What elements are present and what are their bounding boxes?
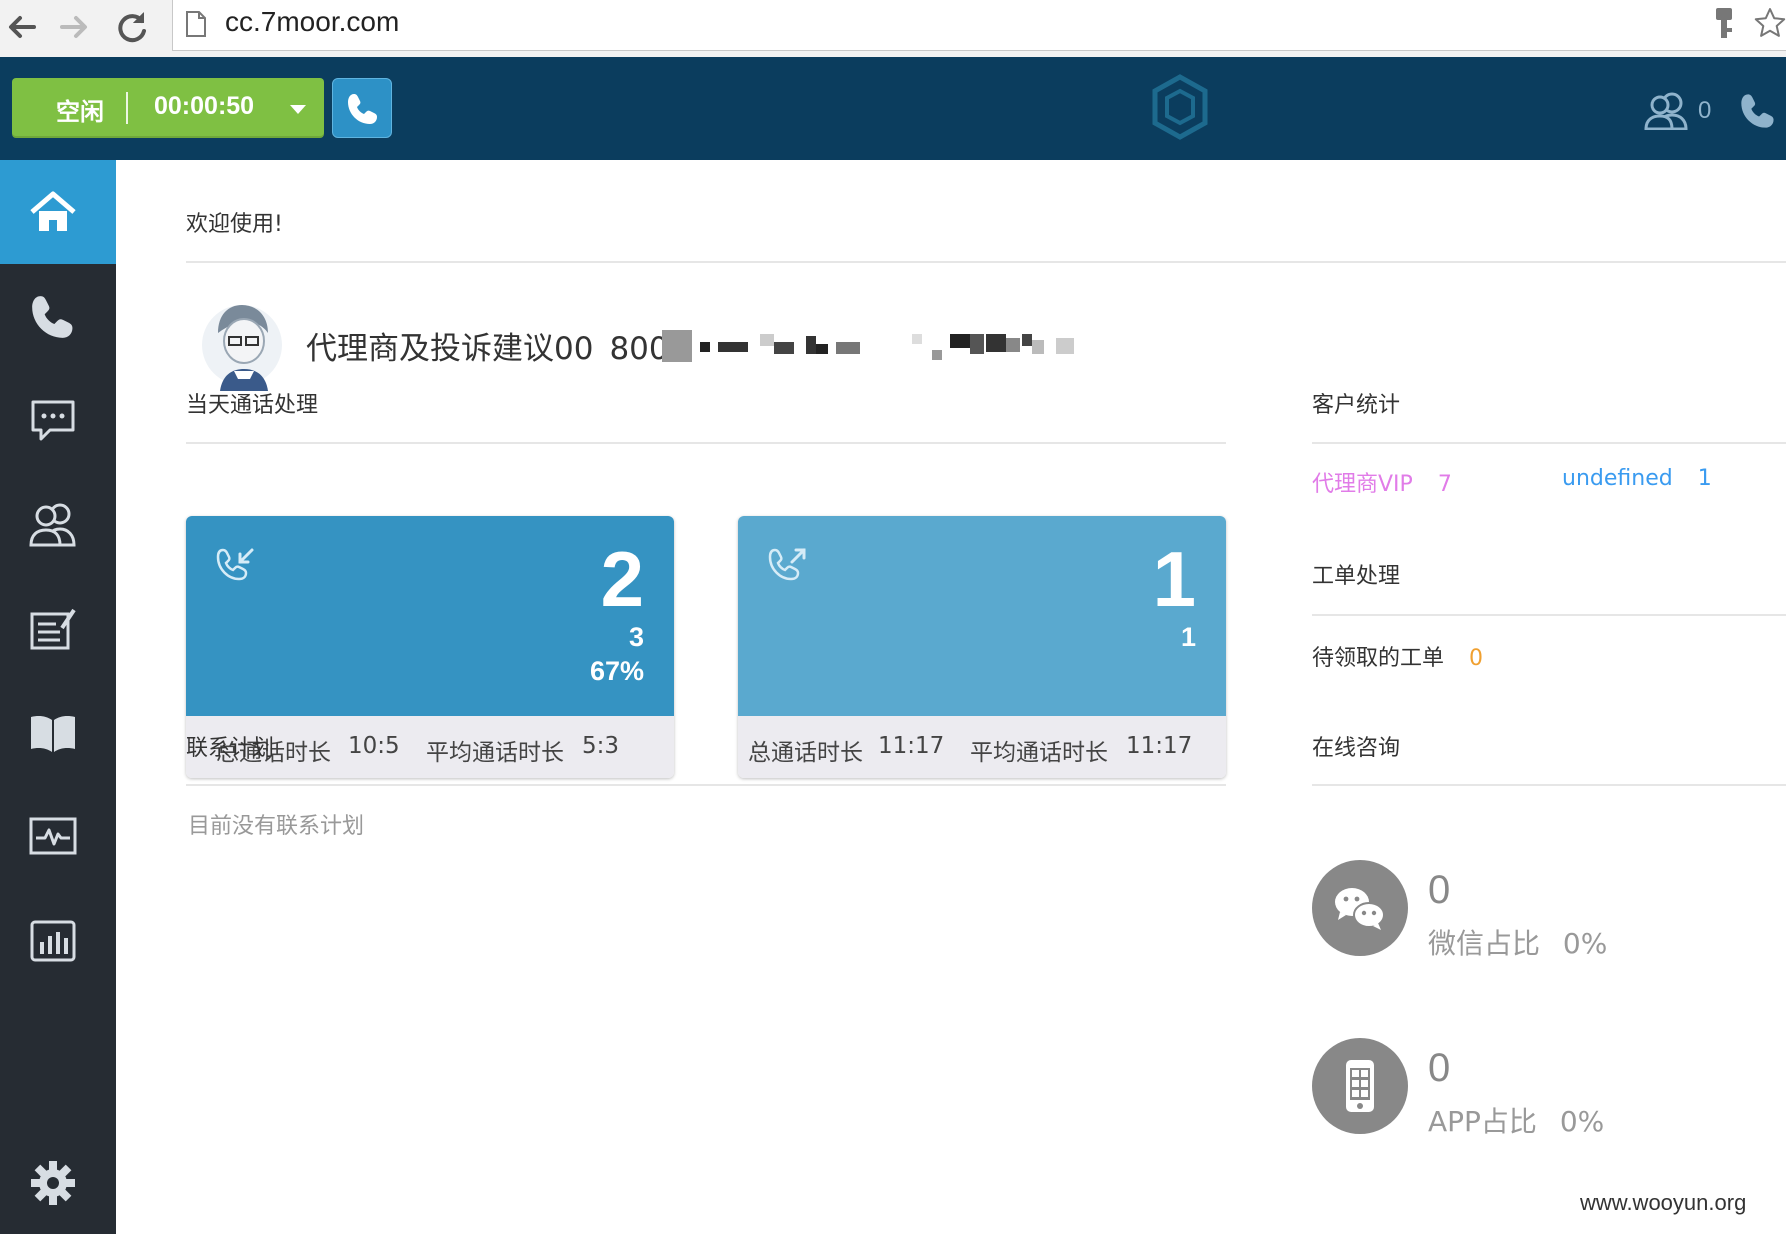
gear-icon bbox=[31, 1161, 75, 1205]
card-top: 2 3 67% bbox=[186, 516, 674, 716]
forward-arrow-icon[interactable] bbox=[54, 7, 94, 47]
avg-duration-value: 11:17 bbox=[1126, 733, 1193, 759]
app-ratio-value: 0% bbox=[1559, 1105, 1605, 1138]
wechat-ratio: 微信占比 0% bbox=[1428, 922, 1607, 962]
bar-chart-icon bbox=[30, 920, 76, 962]
user-name: 代理商及投诉建议00 bbox=[306, 331, 594, 367]
wechat-count: 0 bbox=[1428, 868, 1451, 912]
sidebar-item-chat[interactable] bbox=[0, 368, 116, 472]
back-arrow-icon[interactable] bbox=[2, 7, 42, 47]
sidebar-item-calls[interactable] bbox=[0, 264, 116, 368]
status-timer: 00:00:50 bbox=[154, 92, 255, 120]
customer-stat-vip[interactable]: 代理商VIP 7 bbox=[1312, 466, 1452, 498]
edit-list-icon bbox=[30, 608, 76, 650]
contact-plan-empty: 目前没有联系计划 bbox=[188, 814, 365, 839]
divider bbox=[186, 784, 1226, 786]
home-icon bbox=[30, 191, 76, 231]
phone-icon bbox=[348, 94, 377, 124]
incoming-call-icon bbox=[216, 548, 254, 581]
sidebar-item-tickets[interactable] bbox=[0, 576, 116, 680]
wechat-icon bbox=[1312, 860, 1408, 956]
sidebar-item-customers[interactable] bbox=[0, 472, 116, 576]
inbound-percentage: 67% bbox=[589, 656, 644, 686]
status-separator bbox=[126, 92, 128, 124]
sidebar bbox=[0, 160, 116, 1234]
agents-icon[interactable] bbox=[1644, 92, 1690, 130]
avg-duration-value: 5:3 bbox=[582, 733, 620, 759]
users-icon bbox=[29, 503, 76, 547]
status-label: 空闲 bbox=[56, 98, 104, 126]
inbound-sub-value: 3 bbox=[628, 622, 644, 652]
avatar bbox=[202, 305, 282, 391]
wechat-ratio-label: 微信占比 bbox=[1428, 927, 1541, 960]
user-info: 代理商及投诉建议00 8000 bbox=[306, 323, 688, 368]
total-duration-value: 11:17 bbox=[878, 733, 945, 759]
divider bbox=[186, 442, 1226, 444]
dial-button[interactable] bbox=[332, 78, 392, 138]
url-text[interactable]: cc.7moor.com bbox=[225, 6, 399, 38]
sidebar-item-settings[interactable] bbox=[0, 1130, 116, 1234]
browser-toolbar: cc.7moor.com bbox=[0, 0, 1786, 58]
card-top: 1 1 bbox=[738, 516, 1226, 716]
customer-stat-value: 7 bbox=[1437, 472, 1452, 497]
redacted-info bbox=[662, 330, 1074, 362]
divider bbox=[1312, 614, 1786, 616]
star-icon[interactable] bbox=[1753, 6, 1786, 40]
pending-tickets-label: 待领取的工单 bbox=[1312, 646, 1445, 671]
divider bbox=[1312, 784, 1786, 786]
sidebar-item-reports[interactable] bbox=[0, 888, 116, 992]
agent-status-dropdown[interactable]: 空闲 00:00:50 bbox=[12, 78, 324, 138]
app-ratio-label: APP占比 bbox=[1428, 1105, 1537, 1138]
agents-count: 0 bbox=[1698, 97, 1712, 124]
divider bbox=[186, 261, 1786, 263]
online-consult-title: 在线咨询 bbox=[1312, 736, 1401, 761]
customer-stats-title: 客户统计 bbox=[1312, 393, 1401, 418]
total-duration-value: 10:5 bbox=[348, 733, 400, 759]
sidebar-item-monitor[interactable] bbox=[0, 784, 116, 888]
customer-stat-undefined[interactable]: undefined 1 bbox=[1562, 466, 1712, 491]
key-icon[interactable] bbox=[1711, 6, 1737, 40]
outgoing-call-icon bbox=[768, 548, 806, 581]
sidebar-item-home[interactable] bbox=[0, 160, 116, 264]
card-footer: 总通话时长 11:17 平均通话时长 11:17 bbox=[738, 716, 1226, 778]
outbound-sub-value: 1 bbox=[1180, 622, 1196, 652]
outbound-calls-card[interactable]: 1 1 总通话时长 11:17 平均通话时长 11:17 bbox=[738, 516, 1226, 778]
tickets-title: 工单处理 bbox=[1312, 564, 1401, 589]
avg-duration-label: 平均通话时长 bbox=[970, 740, 1108, 766]
inbound-count: 2 bbox=[600, 535, 644, 623]
outbound-count: 1 bbox=[1152, 535, 1196, 623]
app-count: 0 bbox=[1428, 1046, 1451, 1090]
sidebar-item-knowledge[interactable] bbox=[0, 680, 116, 784]
avg-duration-label: 平均通话时长 bbox=[426, 740, 564, 766]
customer-stat-label: 代理商VIP bbox=[1312, 472, 1413, 497]
watermark: www.wooyun.org bbox=[1580, 1190, 1747, 1215]
address-bar[interactable]: cc.7moor.com bbox=[172, 0, 1786, 51]
welcome-title: 欢迎使用! bbox=[186, 212, 283, 237]
book-icon bbox=[31, 716, 75, 752]
main-content: 欢迎使用! 代理商及投诉建议00 8000 当天通话处理 2 3 67% 总通话… bbox=[116, 160, 1786, 1234]
customer-stat-value: 1 bbox=[1697, 466, 1712, 491]
app-ratio: APP占比 0% bbox=[1428, 1100, 1604, 1140]
pending-tickets[interactable]: 待领取的工单 0 bbox=[1312, 640, 1483, 672]
divider bbox=[1312, 442, 1786, 444]
page-icon bbox=[186, 11, 206, 37]
contact-plan-title: 联系计划 bbox=[186, 736, 275, 761]
customer-stat-label: undefined bbox=[1562, 466, 1673, 491]
monitor-icon bbox=[29, 817, 77, 855]
phone-icon bbox=[32, 296, 73, 338]
pending-tickets-value: 0 bbox=[1469, 646, 1484, 671]
reload-icon[interactable] bbox=[112, 7, 152, 47]
today-calls-title: 当天通话处理 bbox=[186, 393, 319, 418]
app-header: 空闲 00:00:50 0 bbox=[0, 57, 1786, 160]
logo-icon bbox=[1152, 74, 1208, 140]
phone-icon[interactable] bbox=[1738, 91, 1778, 131]
caret-down-icon[interactable] bbox=[290, 105, 306, 114]
mobile-app-icon bbox=[1312, 1038, 1408, 1134]
total-duration-label: 总通话时长 bbox=[748, 740, 863, 766]
wechat-ratio-value: 0% bbox=[1562, 927, 1608, 960]
chat-icon bbox=[31, 400, 75, 441]
